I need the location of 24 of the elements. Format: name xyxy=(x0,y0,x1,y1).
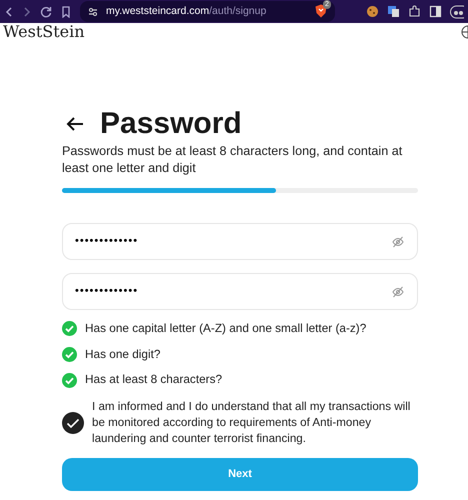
eye-slash-icon[interactable] xyxy=(391,236,405,248)
eye-slash-icon[interactable] xyxy=(391,286,405,298)
translate-icon[interactable] xyxy=(387,5,400,18)
puzzle-icon[interactable] xyxy=(408,5,421,18)
consent-text: I am informed and I do understand that all my transactions will be monitored according to requirements of Anti-money laundering and counter terrorist financing. xyxy=(92,399,412,448)
requirement-text: Has at least 8 characters? xyxy=(85,371,222,388)
tune-icon[interactable] xyxy=(88,6,98,16)
cookie-icon[interactable] xyxy=(366,5,379,18)
bookmark-icon[interactable] xyxy=(60,6,72,18)
description-text: Passwords must be at least 8 characters long, and contain at least one letter and digit xyxy=(62,143,404,177)
requirement-text: Has one capital letter (A-Z) and one small letter (a-z)? xyxy=(85,320,366,337)
sidebar-icon[interactable] xyxy=(429,5,442,18)
requirement-text: Has one digit? xyxy=(85,346,160,363)
back-icon[interactable] xyxy=(4,6,14,18)
lion-shield-icon xyxy=(315,4,327,18)
page-title: Password xyxy=(100,109,242,139)
password-field[interactable]: ••••••••••••• xyxy=(62,273,418,310)
brand-logo: WestStein xyxy=(2,24,85,40)
password-field[interactable]: ••••••••••••• xyxy=(62,223,418,260)
reload-icon[interactable] xyxy=(40,6,52,18)
forward-icon[interactable] xyxy=(22,6,32,18)
back-arrow-icon[interactable] xyxy=(66,117,84,131)
consent-checkbox[interactable] xyxy=(62,412,84,434)
url-text: my.weststeincard.com/auth/signup xyxy=(106,4,266,19)
